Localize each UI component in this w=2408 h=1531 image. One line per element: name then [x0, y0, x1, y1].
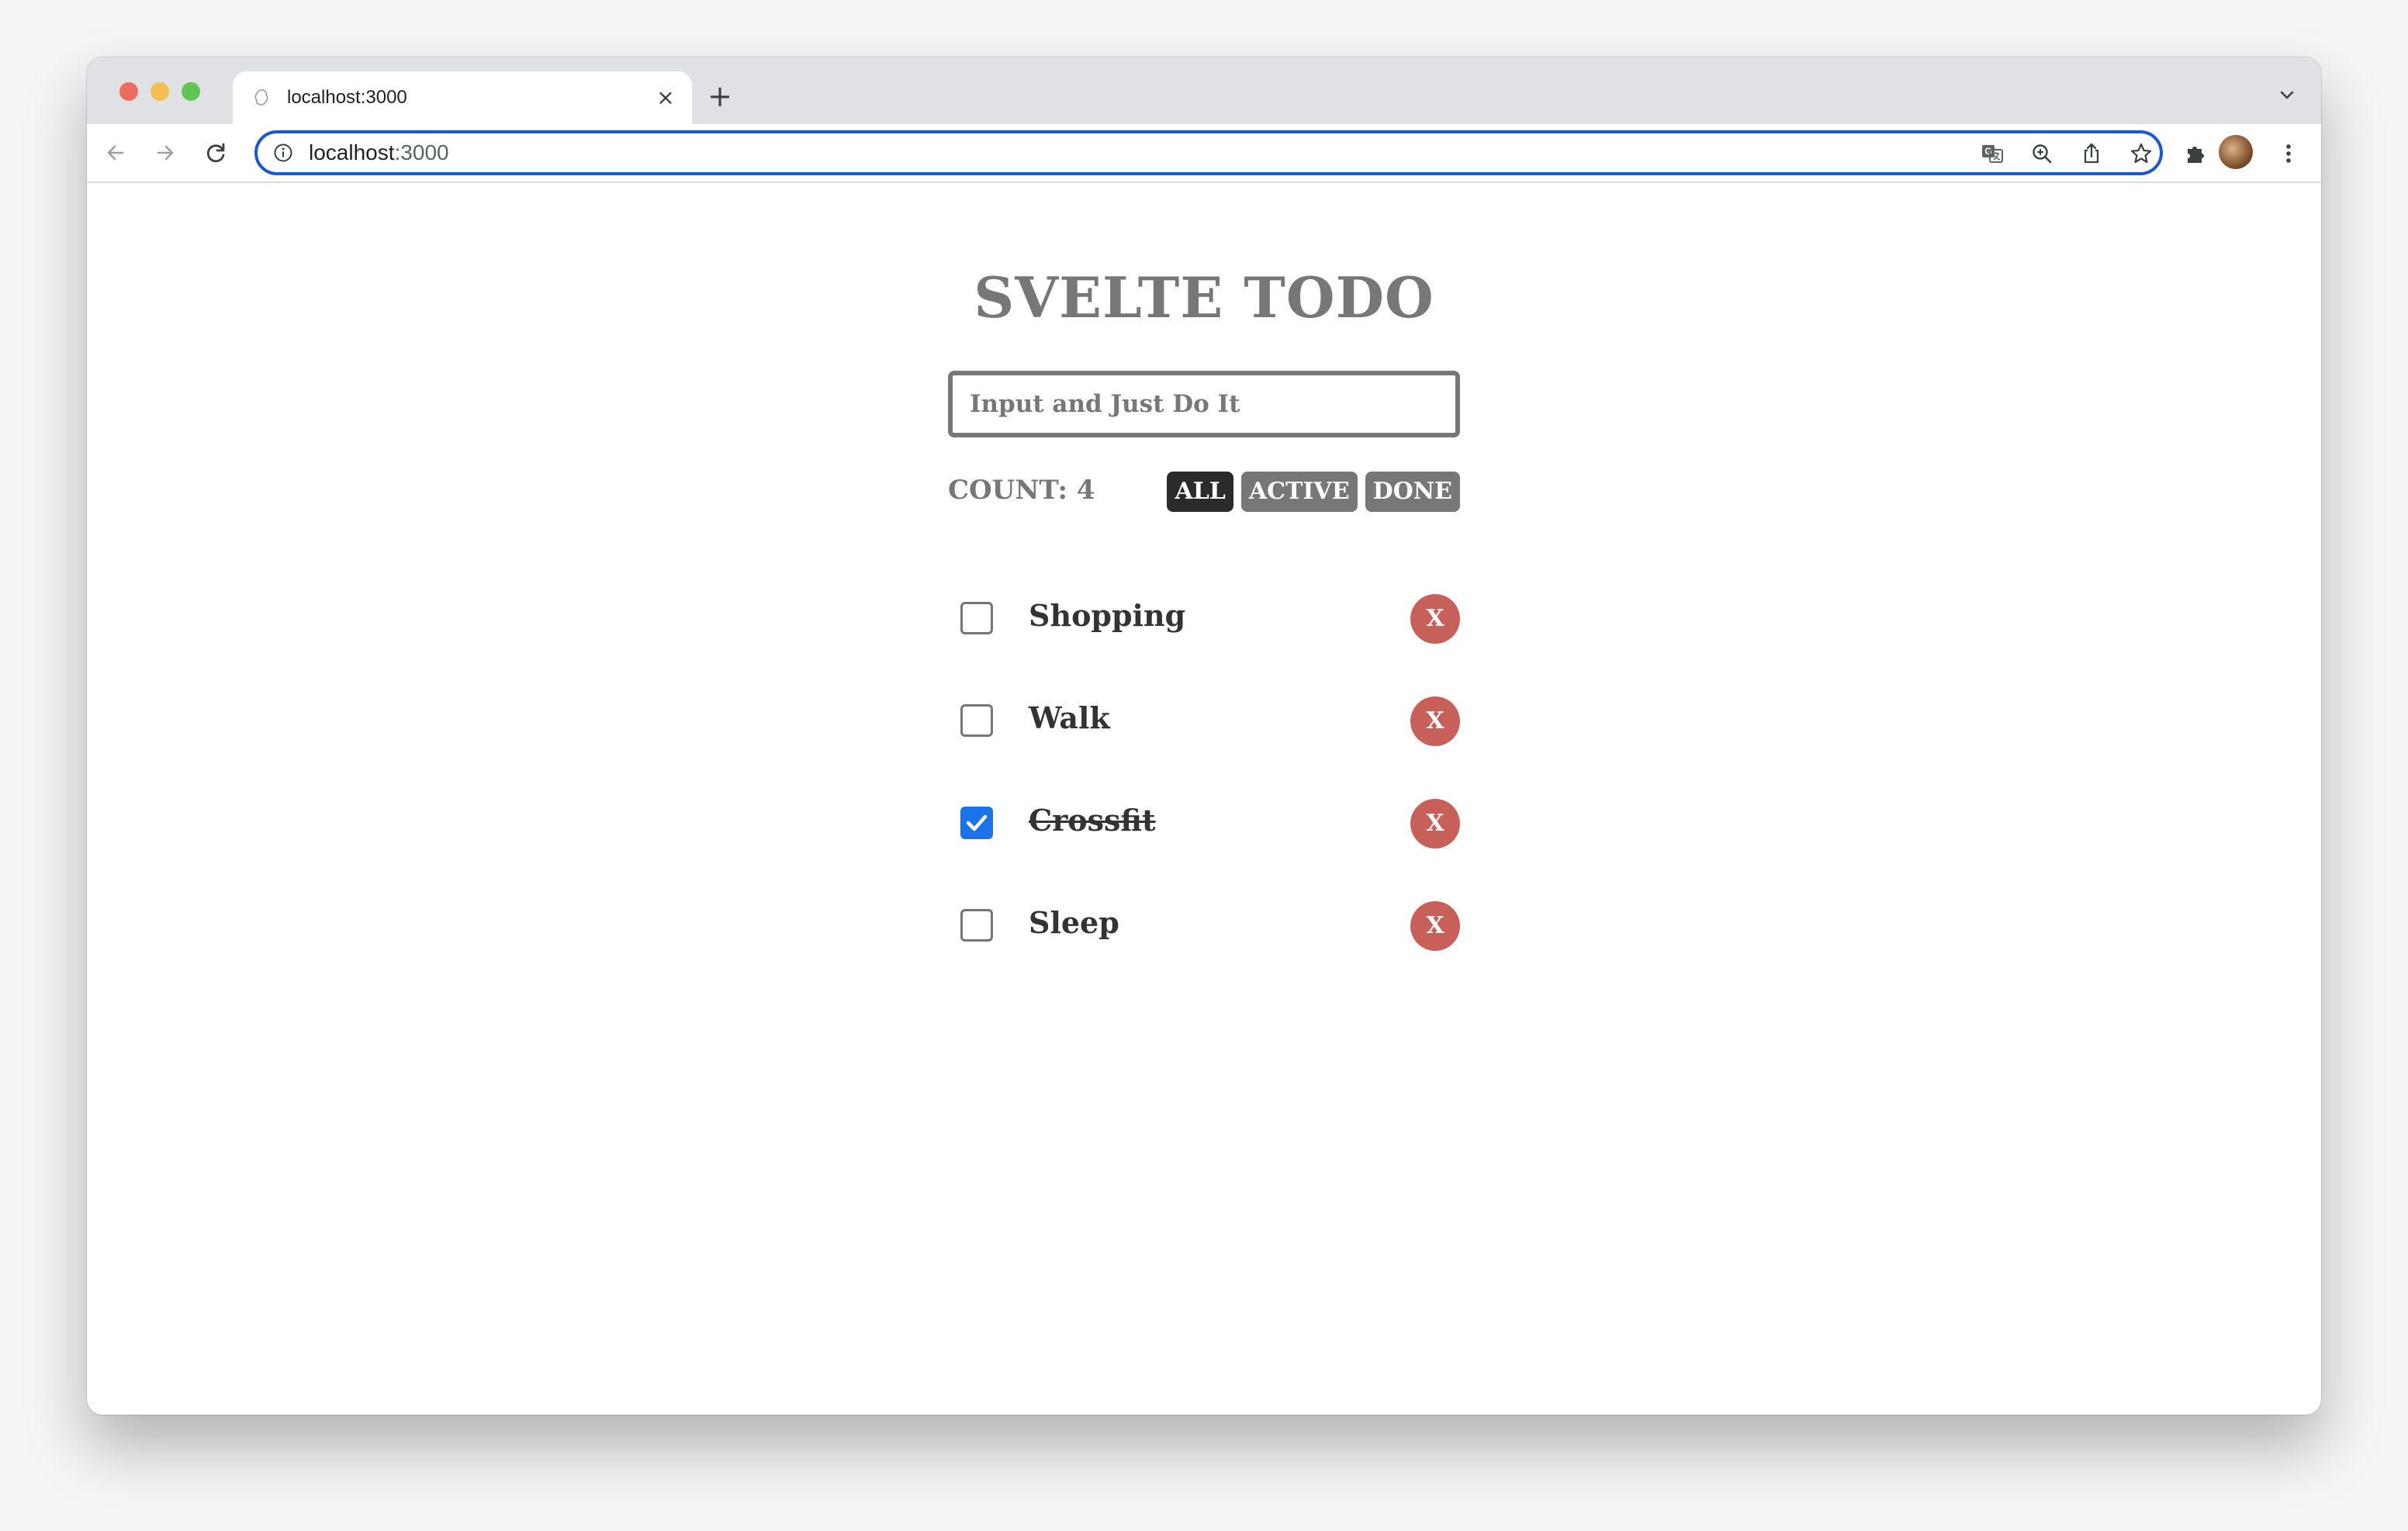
todo-list: Shopping X Walk X Crossfit X Sleep X [948, 571, 1460, 980]
kebab-menu-icon[interactable] [2275, 140, 2302, 168]
tab-title: localhost:3000 [287, 87, 407, 108]
page-content: SVELTE TODO COUNT: 4 ALL ACTIVE DONE Sho… [87, 183, 2321, 1415]
minimize-window-button[interactable] [150, 82, 169, 101]
todo-input[interactable] [948, 371, 1460, 437]
address-bar[interactable]: localhost:3000 G [254, 130, 2163, 175]
filter-active-button[interactable]: ACTIVE [1240, 472, 1358, 512]
new-tab-button[interactable]: + [704, 81, 735, 113]
svg-text:G: G [1984, 146, 1991, 157]
address-url: localhost:3000 [309, 140, 449, 166]
remove-todo-button[interactable]: X [1410, 799, 1460, 848]
todo-item: Shopping X [948, 571, 1460, 673]
zoom-icon[interactable] [2029, 141, 2054, 166]
todo-item: Sleep X [948, 878, 1460, 980]
todo-checkbox[interactable] [960, 602, 993, 634]
filter-group: ALL ACTIVE DONE [1167, 472, 1460, 512]
todo-item: Crossfit X [948, 776, 1460, 878]
arrow-right-icon[interactable] [150, 138, 180, 168]
browser-toolbar: localhost:3000 G [87, 124, 2321, 183]
translate-icon[interactable]: G [1980, 141, 2005, 166]
todo-checkbox-checked[interactable] [960, 807, 993, 839]
remove-todo-button[interactable]: X [1410, 901, 1460, 951]
browser-window: localhost:3000 × + localhost:3000 G SVEL… [87, 57, 2321, 1415]
todo-item: Walk X [948, 673, 1460, 776]
url-port: :3000 [394, 140, 449, 164]
todo-text: Shopping [1029, 598, 1186, 633]
remove-todo-button[interactable]: X [1410, 594, 1460, 644]
star-icon[interactable] [2129, 141, 2154, 166]
close-window-button[interactable] [119, 82, 138, 101]
checkmark-icon [966, 814, 988, 831]
tab-close-icon[interactable]: × [655, 87, 676, 109]
todo-checkbox[interactable] [960, 909, 993, 942]
maximize-window-button[interactable] [182, 82, 200, 101]
browser-tab[interactable]: localhost:3000 × [233, 71, 692, 124]
chevron-down-icon[interactable] [2276, 84, 2298, 105]
todo-count: COUNT: 4 [948, 475, 1095, 506]
arrow-left-icon[interactable] [101, 138, 130, 168]
todo-checkbox[interactable] [960, 704, 993, 737]
filter-done-button[interactable]: DONE [1365, 472, 1460, 512]
reload-icon[interactable] [202, 138, 231, 168]
info-icon[interactable] [273, 143, 293, 163]
desktop-background: localhost:3000 × + localhost:3000 G SVEL… [0, 0, 2408, 1531]
todo-text: Sleep [1029, 905, 1119, 940]
todo-text: Walk [1029, 700, 1110, 735]
tab-strip: localhost:3000 × + [87, 57, 2321, 124]
page-title: SVELTE TODO [974, 264, 1434, 330]
profile-avatar[interactable] [2219, 135, 2253, 169]
todo-text: Crossfit [1029, 803, 1156, 838]
remove-todo-button[interactable]: X [1410, 696, 1460, 746]
filter-all-button[interactable]: ALL [1167, 472, 1233, 512]
puzzle-icon[interactable] [2181, 140, 2209, 168]
url-host: localhost [309, 140, 395, 164]
share-icon[interactable] [2079, 141, 2104, 166]
svelte-favicon-icon [253, 88, 270, 105]
